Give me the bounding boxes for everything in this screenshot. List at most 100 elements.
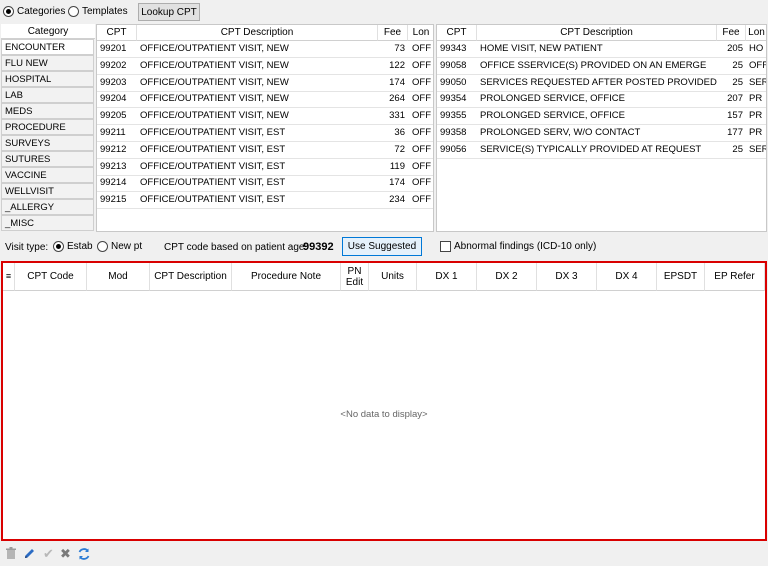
category-item[interactable]: FLU NEW bbox=[1, 55, 94, 71]
categories-radio[interactable]: Categories bbox=[3, 6, 65, 17]
cell-lon: OFF bbox=[412, 177, 431, 189]
category-item[interactable]: _MISC bbox=[1, 215, 94, 231]
abnormal-findings-checkbox[interactable]: Abnormal findings (ICD-10 only) bbox=[440, 241, 596, 252]
category-header: Category bbox=[1, 24, 95, 39]
cpt-left-header-cpt[interactable]: CPT bbox=[97, 25, 137, 41]
category-item[interactable]: SUTURES bbox=[1, 151, 94, 167]
column-header[interactable]: Units bbox=[369, 263, 417, 291]
cpt-right-header-lon[interactable]: Lon bbox=[746, 25, 766, 41]
table-row[interactable]: 99214 OFFICE/OUTPATIENT VISIT, EST 174 OFF bbox=[97, 175, 433, 193]
cell-desc: OFFICE/OUTPATIENT VISIT, NEW bbox=[140, 43, 289, 54]
cpt-left-header-desc[interactable]: CPT Description bbox=[137, 25, 378, 41]
categories-radio-circle[interactable] bbox=[3, 6, 14, 17]
cpt-left-header-lon[interactable]: Lon bbox=[408, 25, 433, 41]
column-header[interactable]: DX 4 bbox=[597, 263, 657, 291]
pencil-icon[interactable] bbox=[21, 545, 38, 562]
estab-radio[interactable]: Estab bbox=[53, 241, 93, 252]
cell-fee: 177 bbox=[727, 127, 743, 138]
cell-cpt: 99358 bbox=[440, 127, 467, 138]
table-row[interactable]: 99343 HOME VISIT, NEW PATIENT 205 HO bbox=[437, 41, 766, 58]
cell-desc: OFFICE/OUTPATIENT VISIT, EST bbox=[140, 127, 286, 138]
cell-cpt: 99212 bbox=[100, 143, 127, 155]
table-row[interactable]: 99215 OFFICE/OUTPATIENT VISIT, EST 234 OFF bbox=[97, 192, 433, 210]
newpt-radio-circle[interactable] bbox=[97, 241, 108, 252]
table-row[interactable]: 99056 SERVICE(S) TYPICALLY PROVIDED AT RE… bbox=[437, 142, 766, 159]
use-suggested-button[interactable]: Use Suggested bbox=[342, 237, 422, 256]
table-row[interactable]: 99203 OFFICE/OUTPATIENT VISIT, NEW 174 OFF bbox=[97, 75, 433, 92]
cell-lon: OFF bbox=[412, 110, 431, 122]
table-row[interactable]: 99358 PROLONGED SERV, W/O CONTACT 177 PR bbox=[437, 125, 766, 142]
table-row[interactable]: 99050 SERVICES REQUESTED AFTER POSTED PRO… bbox=[437, 75, 766, 92]
column-header[interactable]: Procedure Note bbox=[232, 263, 341, 291]
column-header[interactable]: EP Refer bbox=[705, 263, 765, 291]
cell-cpt: 99215 bbox=[100, 194, 127, 206]
table-row[interactable]: 99211 OFFICE/OUTPATIENT VISIT, EST 36 OFF bbox=[97, 125, 433, 142]
table-row[interactable]: 99213 OFFICE/OUTPATIENT VISIT, EST 119 OFF bbox=[97, 159, 433, 176]
cell-desc: OFFICE/OUTPATIENT VISIT, EST bbox=[140, 143, 286, 155]
category-item[interactable]: WELLVISIT bbox=[1, 183, 94, 199]
cell-fee: 207 bbox=[727, 93, 743, 105]
cell-lon: OFF bbox=[412, 127, 431, 138]
table-row[interactable]: 99204 OFFICE/OUTPATIENT VISIT, NEW 264 OFF bbox=[97, 91, 433, 109]
cpt-right-header-desc[interactable]: CPT Description bbox=[477, 25, 717, 41]
table-row[interactable]: 99212 OFFICE/OUTPATIENT VISIT, EST 72 OFF bbox=[97, 142, 433, 159]
category-item[interactable]: _ALLERGY bbox=[1, 199, 94, 215]
cell-fee: 174 bbox=[389, 76, 405, 88]
column-header[interactable]: CPT Code bbox=[15, 263, 87, 291]
column-header[interactable]: DX 1 bbox=[417, 263, 477, 291]
cell-lon: OFF bbox=[749, 59, 767, 71]
trash-icon[interactable] bbox=[2, 545, 19, 562]
abnormal-findings-box[interactable] bbox=[440, 241, 451, 252]
cell-cpt: 99201 bbox=[100, 43, 127, 54]
category-item[interactable]: HOSPITAL bbox=[1, 71, 94, 87]
table-row[interactable]: 99205 OFFICE/OUTPATIENT VISIT, NEW 331 OFF bbox=[97, 108, 433, 126]
cell-desc: OFFICE/OUTPATIENT VISIT, NEW bbox=[140, 110, 289, 122]
check-icon[interactable]: ✔ bbox=[40, 545, 57, 562]
column-header[interactable]: CPT Description bbox=[150, 263, 232, 291]
category-item[interactable]: ENCOUNTER bbox=[1, 39, 94, 55]
category-item[interactable]: PROCEDURE bbox=[1, 119, 94, 135]
column-chooser-icon[interactable]: ≡ bbox=[3, 263, 15, 291]
cell-fee: 73 bbox=[394, 43, 405, 54]
lookup-cpt-button[interactable]: Lookup CPT bbox=[138, 3, 200, 21]
category-item[interactable]: SURVEYS bbox=[1, 135, 94, 151]
cell-cpt: 99213 bbox=[100, 160, 127, 172]
column-header[interactable]: DX 3 bbox=[537, 263, 597, 291]
column-header[interactable]: PN Edit bbox=[341, 263, 369, 291]
table-row[interactable]: 99355 PROLONGED SERVICE, OFFICE 157 PR bbox=[437, 108, 766, 126]
newpt-radio[interactable]: New pt bbox=[97, 241, 142, 252]
cell-fee: 234 bbox=[389, 194, 405, 206]
cell-cpt: 99211 bbox=[100, 127, 126, 138]
x-icon[interactable]: ✖ bbox=[57, 545, 74, 562]
cpt-grid-right: CPT CPT Description Fee Lon 99343 HOME VI… bbox=[436, 24, 767, 232]
cell-lon: OFF bbox=[412, 59, 431, 71]
table-row[interactable]: 99058 OFFICE SSERVICE(S) PROVIDED ON AN E… bbox=[437, 58, 766, 75]
cpt-right-header-cpt[interactable]: CPT bbox=[437, 25, 477, 41]
cell-lon: OFF bbox=[412, 93, 431, 105]
cell-lon: OFF bbox=[412, 76, 431, 88]
estab-radio-circle[interactable] bbox=[53, 241, 64, 252]
category-item[interactable]: MEDS bbox=[1, 103, 94, 119]
cell-lon: SER bbox=[749, 143, 767, 155]
table-row[interactable]: 99201 OFFICE/OUTPATIENT VISIT, NEW 73 OFF bbox=[97, 41, 433, 58]
cpt-left-header-fee[interactable]: Fee bbox=[378, 25, 408, 41]
cell-fee: 331 bbox=[389, 110, 405, 122]
bottom-action-bar: ✔ ✖ bbox=[0, 543, 768, 566]
templates-radio[interactable]: Templates bbox=[68, 6, 128, 17]
cell-fee: 157 bbox=[727, 110, 743, 122]
category-item[interactable]: LAB bbox=[1, 87, 94, 103]
column-header[interactable]: DX 2 bbox=[477, 263, 537, 291]
table-row[interactable]: 99354 PROLONGED SERVICE, OFFICE 207 PR bbox=[437, 91, 766, 109]
cell-lon: OFF bbox=[412, 194, 431, 206]
visit-type-label: Visit type: bbox=[5, 242, 49, 253]
cpt-right-header-fee[interactable]: Fee bbox=[717, 25, 746, 41]
cell-lon: PR bbox=[749, 93, 763, 105]
templates-radio-label: Templates bbox=[82, 6, 128, 17]
cell-desc: OFFICE/OUTPATIENT VISIT, EST bbox=[140, 160, 286, 172]
column-header[interactable]: Mod bbox=[87, 263, 150, 291]
refresh-icon[interactable] bbox=[75, 545, 92, 562]
category-item[interactable]: VACCINE bbox=[1, 167, 94, 183]
templates-radio-circle[interactable] bbox=[68, 6, 79, 17]
table-row[interactable]: 99202 OFFICE/OUTPATIENT VISIT, NEW 122 OFF bbox=[97, 58, 433, 75]
column-header[interactable]: EPSDT bbox=[657, 263, 705, 291]
